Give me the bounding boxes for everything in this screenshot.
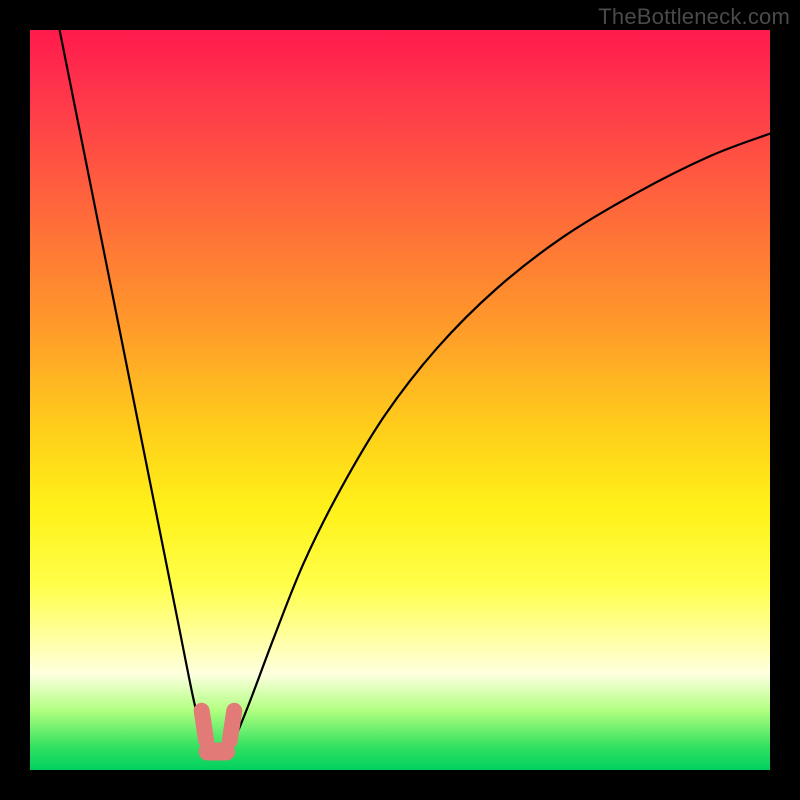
min-marker [202,711,235,752]
chart-frame: TheBottleneck.com [0,0,800,800]
bottleneck-curve-path [60,30,770,756]
watermark-text: TheBottleneck.com [598,4,790,30]
plot-area [30,30,770,770]
curve-svg [30,30,770,770]
